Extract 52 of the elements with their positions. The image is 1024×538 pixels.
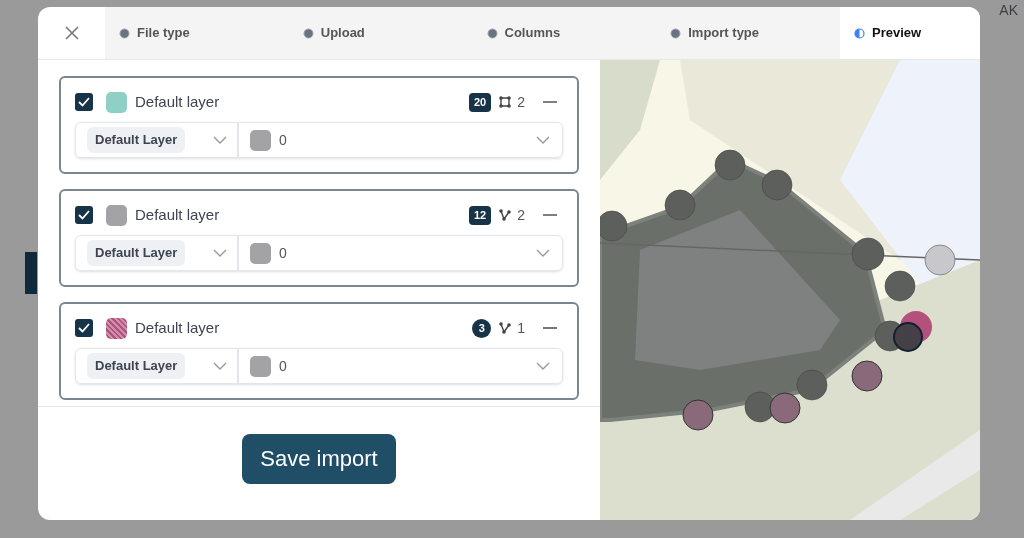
chevron-down-icon [536, 362, 550, 370]
layer-name: Default layer [135, 91, 220, 112]
chevron-down-icon [213, 136, 227, 144]
minus-icon [543, 327, 557, 329]
line-icon [499, 209, 512, 221]
color-swatch [250, 355, 271, 377]
close-icon [64, 26, 79, 40]
step-tab[interactable]: File type [105, 7, 289, 59]
value-dropdown[interactable]: 0 [239, 236, 562, 270]
layer-name: Default layer [135, 317, 220, 338]
step-tab[interactable]: Columns [472, 7, 657, 59]
minus-icon [543, 214, 557, 216]
color-swatch [250, 242, 271, 264]
line-icon [499, 322, 512, 334]
geometry-count: 1 [517, 318, 525, 338]
checkbox[interactable] [75, 206, 93, 224]
step-tab[interactable]: Upload [288, 7, 473, 59]
count-badge: 12 [468, 205, 492, 225]
value-dropdown[interactable]: 0 [239, 349, 562, 383]
color-swatch[interactable] [106, 91, 127, 113]
checkbox[interactable] [75, 93, 93, 111]
minus-icon [543, 101, 557, 103]
layer-dropdown[interactable]: Default Layer [76, 349, 239, 383]
color-swatch[interactable] [106, 204, 127, 226]
dot-icon [486, 27, 498, 39]
layer-name: Default layer [135, 204, 220, 225]
check-icon [78, 323, 90, 333]
polygon-icon [499, 96, 512, 108]
dot-icon [670, 27, 682, 39]
chevron-down-icon [536, 136, 550, 144]
value-dropdown[interactable]: 0 [239, 123, 562, 157]
step-tab[interactable]: Preview [840, 7, 980, 59]
geometry-count: 2 [517, 205, 525, 225]
half-circle-icon [854, 27, 865, 39]
layer-dropdown[interactable]: Default Layer [76, 236, 239, 270]
chevron-down-icon [213, 362, 227, 370]
avatar-initials[interactable]: AK [999, 0, 1018, 21]
count-badge: 20 [468, 92, 492, 112]
color-swatch [250, 129, 271, 151]
dot-icon [302, 27, 314, 39]
chevron-down-icon [213, 249, 227, 257]
color-swatch[interactable] [106, 317, 127, 339]
dot-icon [119, 27, 130, 39]
count-badge: 3 [472, 318, 492, 338]
check-icon [78, 97, 90, 107]
checkbox[interactable] [75, 319, 93, 337]
geometry-count: 2 [517, 92, 525, 112]
step-tab[interactable]: Import type [656, 7, 840, 59]
check-icon [78, 210, 90, 220]
layer-dropdown[interactable]: Default Layer [76, 123, 239, 157]
save-import-button[interactable]: Save import [242, 433, 396, 484]
chevron-down-icon [536, 249, 550, 257]
